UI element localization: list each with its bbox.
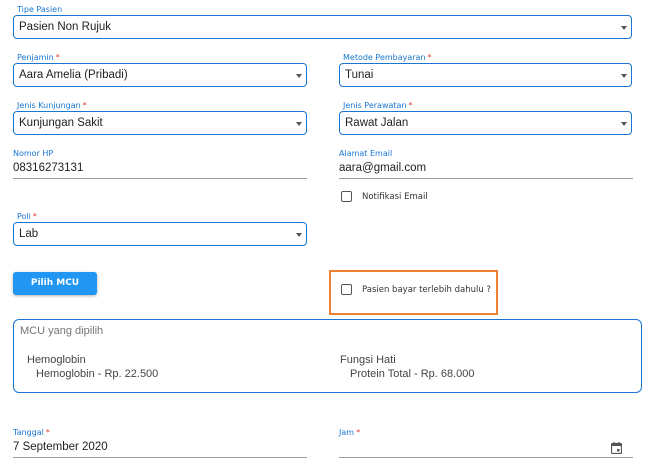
jenis-kunjungan-label: Jenis Kunjungan * bbox=[17, 101, 87, 110]
jenis-kunjungan-value: Kunjungan Sakit bbox=[19, 117, 103, 129]
poli-label: Poli * bbox=[17, 212, 37, 221]
pilih-mcu-button[interactable]: Pilih MCU bbox=[13, 272, 97, 295]
notifikasi-email-checkbox[interactable] bbox=[341, 191, 352, 202]
chevron-down-icon bbox=[621, 122, 627, 126]
calendar-icon[interactable] bbox=[611, 442, 622, 454]
chevron-down-icon bbox=[296, 74, 302, 78]
mcu-item-detail: Hemoglobin - Rp. 22.500 bbox=[36, 368, 159, 380]
jenis-perawatan-label: Jenis Perawatan * bbox=[343, 101, 413, 110]
chevron-down-icon bbox=[621, 26, 627, 30]
poli-select[interactable]: Lab bbox=[13, 222, 307, 246]
alamat-email-label: Alamat Email bbox=[339, 149, 393, 158]
penjamin-select[interactable]: Aara Amelia (Pribadi) bbox=[13, 63, 307, 87]
jam-input[interactable] bbox=[339, 438, 633, 458]
penjamin-label: Penjamin * bbox=[17, 53, 60, 62]
metode-pembayaran-select[interactable]: Tunai bbox=[339, 63, 632, 87]
tanggal-label: Tanggal * bbox=[13, 428, 50, 437]
notifikasi-email-label: Notifikasi Email bbox=[362, 192, 428, 202]
nomor-hp-label: Nomor HP bbox=[13, 149, 54, 158]
nomor-hp-input[interactable]: 08316273131 bbox=[13, 159, 307, 179]
mcu-item-name: Fungsi Hati bbox=[340, 354, 396, 366]
metode-pembayaran-label: Metode Pembayaran * bbox=[343, 53, 432, 62]
chevron-down-icon bbox=[296, 233, 302, 237]
metode-pembayaran-value: Tunai bbox=[345, 69, 374, 81]
tanggal-value: 7 September 2020 bbox=[13, 441, 108, 453]
mcu-selected-box: MCU yang dipilih Hemoglobin Hemoglobin -… bbox=[13, 319, 642, 393]
pasien-bayar-checkbox[interactable] bbox=[341, 284, 352, 295]
tipe-pasien-label: Tipe Pasien bbox=[17, 5, 63, 14]
chevron-down-icon bbox=[296, 122, 302, 126]
tipe-pasien-value: Pasien Non Rujuk bbox=[19, 21, 112, 33]
mcu-item-name: Hemoglobin bbox=[27, 354, 86, 366]
poli-value: Lab bbox=[19, 228, 39, 240]
alamat-email-value: aara@gmail.com bbox=[339, 162, 427, 174]
tanggal-input[interactable]: 7 September 2020 bbox=[13, 438, 307, 458]
jenis-kunjungan-select[interactable]: Kunjungan Sakit bbox=[13, 111, 307, 135]
penjamin-value: Aara Amelia (Pribadi) bbox=[19, 69, 128, 81]
mcu-item-detail: Protein Total - Rp. 68.000 bbox=[350, 368, 475, 380]
tipe-pasien-select[interactable]: Pasien Non Rujuk bbox=[13, 15, 632, 39]
chevron-down-icon bbox=[621, 74, 627, 78]
jam-label: Jam * bbox=[339, 428, 361, 437]
pasien-bayar-label: Pasien bayar terlebih dahulu ? bbox=[362, 285, 491, 295]
alamat-email-input[interactable]: aara@gmail.com bbox=[339, 159, 633, 179]
nomor-hp-value: 08316273131 bbox=[13, 162, 84, 174]
jenis-perawatan-value: Rawat Jalan bbox=[345, 117, 409, 129]
jenis-perawatan-select[interactable]: Rawat Jalan bbox=[339, 111, 632, 135]
mcu-selected-title: MCU yang dipilih bbox=[20, 325, 104, 337]
